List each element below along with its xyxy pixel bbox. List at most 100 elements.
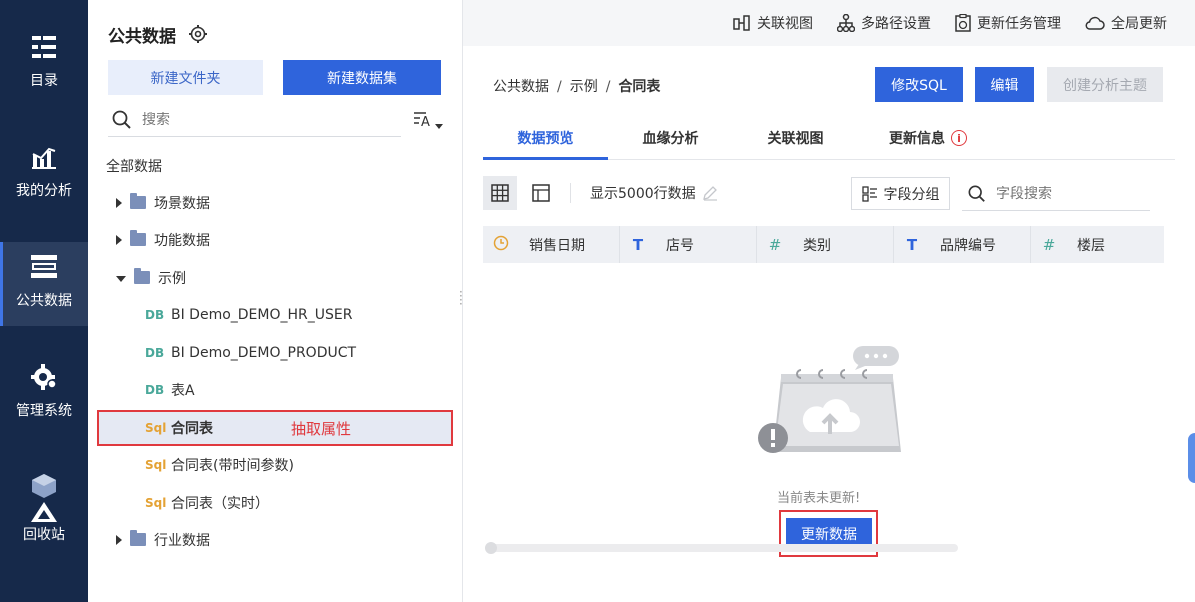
caret-right-icon[interactable] <box>116 197 122 208</box>
node-label: 行业数据 <box>154 532 210 549</box>
tree-node-folder[interactable]: 功能数据 <box>88 221 463 258</box>
search-icon <box>968 185 985 202</box>
floating-assistant-handle[interactable] <box>1188 433 1195 483</box>
node-label: 表A <box>171 382 195 399</box>
edit-pencil-icon[interactable] <box>702 185 718 201</box>
breadcrumb-current: 合同表 <box>618 79 661 95</box>
empty-state-calendar-icon <box>755 344 905 460</box>
nav-label: 公共数据 <box>16 293 72 309</box>
node-label: 合同表(带时间参数) <box>171 457 294 474</box>
caret-right-icon[interactable] <box>116 534 122 545</box>
multipath-icon <box>837 14 855 32</box>
related-view-button[interactable]: 关联视图 <box>733 13 813 33</box>
node-label: BI Demo_DEMO_HR_USER <box>171 306 353 323</box>
tree-node-folder-open[interactable]: 示例 <box>88 259 463 296</box>
tab-data-preview[interactable]: 数据预览 <box>483 118 608 160</box>
topbar-label: 多路径设置 <box>861 16 931 32</box>
panel-title: 公共数据 <box>108 27 176 47</box>
nav-label: 回收站 <box>23 527 65 543</box>
field-group-button[interactable]: 字段分组 <box>851 177 950 210</box>
layout-icon <box>532 184 550 202</box>
related-view-icon <box>733 15 750 31</box>
left-nav: 目录 我的分析 公共数据 管理系统 回收站 <box>0 0 88 602</box>
tree-root[interactable]: 全部数据 <box>106 156 162 176</box>
create-analysis-topic-button[interactable]: 创建分析主题 <box>1047 67 1163 102</box>
settings-gear-icon[interactable] <box>189 25 207 47</box>
column-header[interactable]: T 店号 <box>620 226 757 263</box>
node-label: BI Demo_DEMO_PRODUCT <box>171 344 357 361</box>
recycle-icon <box>31 472 57 524</box>
warning-icon: i <box>951 130 967 146</box>
data-tree-panel: 公共数据 新建文件夹 新建数据集 A 全部数据 场景数据 功能数据 示例 DB … <box>88 0 463 602</box>
column-header[interactable]: # 楼层 <box>1031 226 1164 263</box>
number-type-icon: # <box>768 235 782 254</box>
caret-right-icon[interactable] <box>116 234 122 245</box>
nav-label: 管理系统 <box>16 403 72 419</box>
database-icon <box>31 252 57 282</box>
edit-sql-button[interactable]: 修改SQL <box>875 67 963 102</box>
tree-node-folder[interactable]: 行业数据 <box>88 521 463 558</box>
text-type-icon: T <box>906 235 918 254</box>
field-search-input[interactable] <box>996 185 1136 202</box>
topbar-label: 全局更新 <box>1111 16 1167 32</box>
global-update-button[interactable]: 全局更新 <box>1085 13 1167 33</box>
column-label: 店号 <box>666 237 694 254</box>
field-search[interactable] <box>962 177 1150 211</box>
tab-update-info[interactable]: 更新信息 i <box>878 118 978 158</box>
row-limit-label: 显示5000行数据 <box>590 186 696 202</box>
number-type-icon: # <box>1042 235 1056 254</box>
breadcrumb-item[interactable]: 公共数据 <box>493 79 549 95</box>
cloud-icon <box>1085 16 1105 30</box>
db-icon: DB <box>145 382 165 397</box>
edit-button[interactable]: 编辑 <box>975 67 1034 102</box>
nav-item-catalog[interactable]: 目录 <box>0 32 88 118</box>
table-header: 销售日期 T 店号 # 类别 T 品牌编号 # 楼层 <box>483 226 1164 263</box>
nav-item-my-analysis[interactable]: 我的分析 <box>0 142 88 228</box>
node-label: 合同表（实时） <box>171 495 269 512</box>
nav-item-recycle[interactable]: 回收站 <box>0 472 88 558</box>
empty-state-message: 当前表未更新! <box>777 491 861 506</box>
panel-resize-handle[interactable]: · · · · <box>459 286 463 310</box>
folder-icon <box>134 268 150 284</box>
node-label: 合同表 <box>171 421 213 437</box>
tree-leaf-sql[interactable]: Sql 合同表（实时） <box>88 484 463 521</box>
tree-leaf-db[interactable]: DB BI Demo_DEMO_PRODUCT <box>88 334 463 371</box>
node-label: 场景数据 <box>154 195 210 212</box>
column-header[interactable]: # 类别 <box>757 226 894 263</box>
tree-leaf-db[interactable]: DB 表A <box>88 371 463 408</box>
nav-item-admin[interactable]: 管理系统 <box>0 362 88 448</box>
search-input[interactable] <box>142 111 382 128</box>
grid-view-toggle[interactable] <box>483 176 517 210</box>
new-folder-button[interactable]: 新建文件夹 <box>108 60 263 95</box>
caret-down-icon[interactable] <box>116 275 126 282</box>
sort-icon[interactable]: A <box>413 110 445 136</box>
sql-icon: Sql <box>145 421 167 435</box>
column-header[interactable]: 销售日期 <box>483 226 620 263</box>
new-dataset-button[interactable]: 新建数据集 <box>283 60 441 95</box>
column-label: 品牌编号 <box>940 237 996 254</box>
tab-label: 更新信息 <box>889 131 945 147</box>
field-group-icon <box>861 185 877 202</box>
layout-view-toggle[interactable] <box>524 176 558 210</box>
tab-related-view[interactable]: 关联视图 <box>748 118 843 158</box>
breadcrumb-item[interactable]: 示例 <box>570 79 598 95</box>
tree-leaf-db[interactable]: DB BI Demo_DEMO_HR_USER <box>88 296 463 333</box>
update-tasks-button[interactable]: 更新任务管理 <box>955 13 1061 33</box>
row-limit-setting[interactable]: 显示5000行数据 <box>590 183 718 203</box>
breadcrumb-separator: / <box>557 79 562 95</box>
tree-search[interactable] <box>108 103 401 137</box>
breadcrumb-separator: / <box>605 79 611 95</box>
tab-lineage[interactable]: 血缘分析 <box>623 118 718 158</box>
multipath-button[interactable]: 多路径设置 <box>837 13 931 33</box>
tree-leaf-sql-selected[interactable]: Sql 合同表 抽取属性 <box>97 410 453 446</box>
tree-leaf-sql[interactable]: Sql 合同表(带时间参数) <box>88 446 463 483</box>
folder-icon <box>130 530 146 546</box>
horizontal-scrollbar[interactable] <box>485 542 958 554</box>
extract-annotation: 抽取属性 <box>291 419 352 438</box>
grid-icon <box>491 184 509 202</box>
search-icon <box>112 110 131 129</box>
nav-item-public-data[interactable]: 公共数据 <box>0 242 88 326</box>
task-clipboard-icon <box>955 14 971 32</box>
column-header[interactable]: T 品牌编号 <box>894 226 1031 263</box>
tree-node-folder[interactable]: 场景数据 <box>88 184 463 221</box>
